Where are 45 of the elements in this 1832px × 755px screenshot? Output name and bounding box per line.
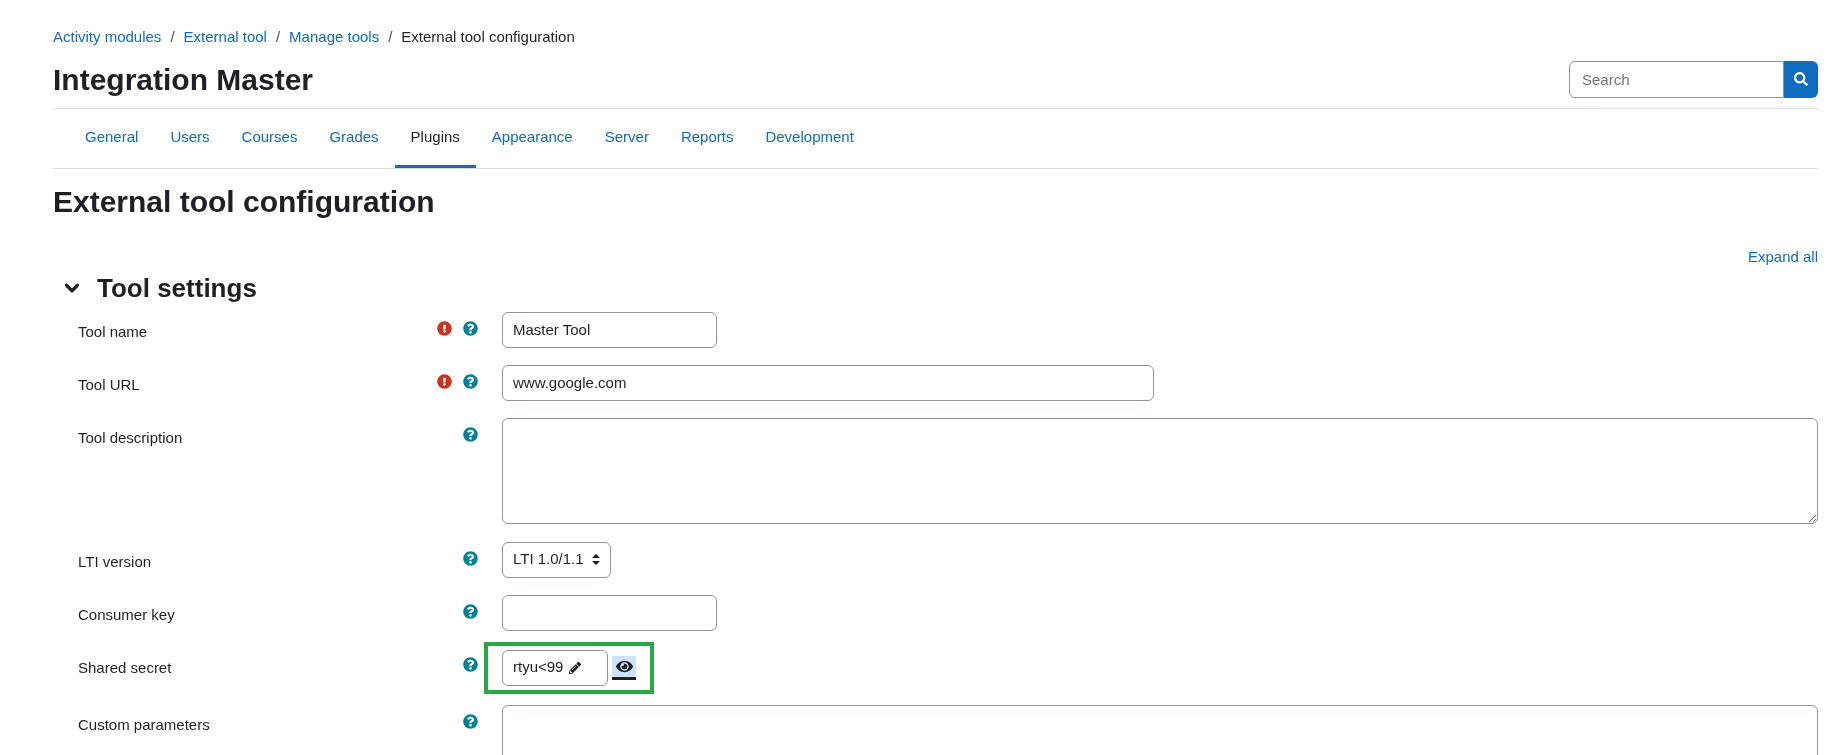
field-label: Tool description bbox=[78, 428, 183, 446]
site-title: Integration Master bbox=[53, 61, 314, 98]
help-icon[interactable] bbox=[463, 320, 478, 336]
nav-tab[interactable]: Development bbox=[749, 108, 870, 168]
text-field[interactable]: www.google.com bbox=[502, 364, 1154, 401]
reveal-button[interactable] bbox=[612, 655, 636, 680]
version-select[interactable]: LTI 1.0/1.1 bbox=[502, 541, 611, 578]
help-icon[interactable] bbox=[463, 603, 478, 619]
field-label: Tool name bbox=[78, 322, 148, 340]
breadcrumb-separator: / bbox=[387, 27, 394, 47]
pencil-icon bbox=[569, 661, 582, 674]
secret-field[interactable]: rtyu<99 bbox=[502, 649, 608, 686]
nav-tab[interactable]: Reports bbox=[664, 108, 750, 168]
expand-all-link[interactable]: Expand all bbox=[1747, 246, 1818, 269]
page-title: External tool configuration bbox=[53, 184, 436, 220]
text-field[interactable]: Master Tool bbox=[502, 311, 717, 348]
search-icon bbox=[1794, 72, 1808, 86]
nav-tab[interactable]: Courses bbox=[225, 108, 314, 168]
field-label: Tool URL bbox=[78, 375, 140, 393]
breadcrumb-separator: / bbox=[274, 27, 282, 47]
nav-tab[interactable]: Server bbox=[588, 108, 665, 168]
section-title: Tool settings bbox=[97, 271, 257, 305]
field-label: LTI version bbox=[78, 552, 152, 570]
breadcrumb-link[interactable]: Activity modules bbox=[53, 26, 162, 49]
field-label: Custom parameters bbox=[78, 715, 210, 733]
nav-tab[interactable]: Plugins bbox=[394, 108, 476, 168]
breadcrumb-separator: / bbox=[169, 27, 176, 47]
field-label: Consumer key bbox=[78, 605, 175, 623]
breadcrumb-link[interactable]: External tool bbox=[183, 26, 267, 49]
help-icon[interactable] bbox=[463, 550, 478, 566]
nav-tab[interactable]: General bbox=[69, 108, 155, 168]
help-icon[interactable] bbox=[463, 713, 478, 729]
nav-tab[interactable]: Appearance bbox=[475, 108, 589, 168]
help-icon[interactable] bbox=[463, 426, 478, 442]
help-icon[interactable] bbox=[463, 656, 478, 672]
text-field[interactable] bbox=[502, 594, 717, 631]
nav-tab[interactable]: Grades bbox=[313, 108, 395, 168]
help-icon[interactable] bbox=[463, 373, 478, 389]
sort-caret-icon bbox=[591, 554, 600, 565]
search-button[interactable] bbox=[1784, 60, 1818, 98]
breadcrumb-current: External tool configuration bbox=[401, 27, 575, 47]
breadcrumb-link[interactable]: Manage tools bbox=[289, 26, 380, 49]
field-label: Shared secret bbox=[78, 658, 172, 676]
nav-tab[interactable]: Users bbox=[154, 108, 226, 168]
search-field[interactable]: Search bbox=[1569, 60, 1784, 98]
